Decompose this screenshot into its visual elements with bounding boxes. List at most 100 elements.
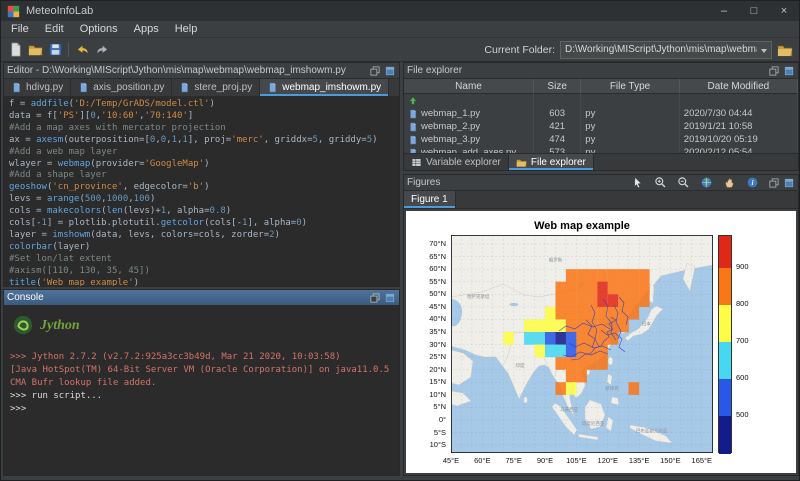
toolbar-separator xyxy=(68,42,69,57)
new-file-button[interactable] xyxy=(5,40,25,60)
file-name-cell: webmap_add_axes.py xyxy=(404,146,534,153)
menu-help[interactable]: Help xyxy=(167,21,206,37)
up-arrow-icon xyxy=(408,96,418,106)
svg-text:i: i xyxy=(751,178,753,187)
console-panel: Console Jython >>> Jython 2.7.2 (v2.7.2:… xyxy=(3,289,400,476)
file-size-cell: 603 xyxy=(534,107,581,120)
table-row[interactable]: webmap_3.py474py2019/10/20 05:19 xyxy=(404,133,798,146)
undo-button[interactable] xyxy=(72,40,92,60)
file-explorer-header: File explorer xyxy=(404,63,798,79)
code-line: wlayer = webmap(provider='GoogleMap') xyxy=(9,159,399,171)
colorbar-tick-label: 900 xyxy=(736,263,749,271)
console-line: >>> run script... xyxy=(10,390,393,403)
editor-tab-axis_position.py[interactable]: axis_position.py xyxy=(71,79,172,96)
file-name-cell: webmap_3.py xyxy=(404,133,534,146)
editor-tab-webmap_imshowm.py[interactable]: webmap_imshowm.py xyxy=(260,79,389,96)
editor-tab-stere_proj.py[interactable]: stere_proj.py xyxy=(172,79,260,96)
console-line: CMA Bufr lookup file added. xyxy=(10,377,393,390)
file-type-cell: py xyxy=(581,120,680,133)
file-name: webmap_3.py xyxy=(421,134,480,145)
colorbar-tick-label: 800 xyxy=(736,300,749,308)
file-icon xyxy=(179,82,190,93)
x-tick-label: 75°E xyxy=(506,456,522,465)
code-line: #Set lon/lat extent xyxy=(9,254,399,266)
explorer-tab-file-explorer[interactable]: File explorer xyxy=(509,154,594,170)
explorer-tab-variable-explorer[interactable]: Variable explorer xyxy=(404,154,509,170)
y-tick-label: 15°N xyxy=(406,378,446,386)
column-header-file-type[interactable]: File Type xyxy=(581,79,680,94)
menu-edit[interactable]: Edit xyxy=(37,21,72,37)
file-date-cell: 2019/10/20 05:19 xyxy=(680,133,798,146)
restore-icon[interactable] xyxy=(369,65,381,77)
column-header-size[interactable]: Size xyxy=(534,79,581,94)
detach-icon[interactable] xyxy=(783,177,795,189)
code-line: title('Web map example') xyxy=(9,278,399,286)
code-line: cols[-1] = plotlib.plotutil.getcolor(col… xyxy=(9,218,399,230)
restore-icon[interactable] xyxy=(768,65,780,77)
map-plot[interactable]: 俄罗斯哈萨克斯坦日本印度菲律宾马来西亚印度尼西亚巴布亚新几内亚 xyxy=(451,235,713,453)
current-folder-value: D:\Working\MIScript\Jython\mis\map\webma… xyxy=(565,44,757,55)
zoom-out-button[interactable] xyxy=(673,173,693,193)
empty-cell xyxy=(581,94,680,107)
y-tick-label: 0° xyxy=(406,416,446,424)
redo-button[interactable] xyxy=(92,40,112,60)
console-output[interactable]: Jython >>> Jython 2.7.2 (v2.7.2:925a3cc3… xyxy=(4,306,399,475)
menu-apps[interactable]: Apps xyxy=(126,21,167,37)
current-folder-combobox[interactable]: D:\Working\MIScript\Jython\mis\map\webma… xyxy=(560,41,772,59)
chevron-down-icon xyxy=(761,49,767,53)
table-row[interactable]: webmap_add_axes.py573py2020/2/12 05:54 xyxy=(404,146,798,153)
detach-icon[interactable] xyxy=(783,65,795,77)
figure-canvas[interactable]: Web map example 70°N65°N60°N55°N50°N45°N… xyxy=(406,211,796,473)
colorbar-segment xyxy=(719,416,731,454)
x-tick-label: 90°E xyxy=(537,456,553,465)
table-row[interactable]: webmap_2.py421py2019/1/21 10:58 xyxy=(404,120,798,133)
open-folder-button[interactable] xyxy=(25,40,45,60)
colorbar-segment xyxy=(719,236,731,268)
identify-icon: i xyxy=(746,176,759,189)
jython-icon xyxy=(12,314,34,336)
zoom-in-button[interactable] xyxy=(650,173,670,193)
editor-tab-hdivg.py[interactable]: hdivg.py xyxy=(4,79,71,96)
file-date-cell: 2020/2/12 05:54 xyxy=(680,146,798,153)
pan-button[interactable] xyxy=(719,173,739,193)
file-date-cell: 2019/1/21 10:58 xyxy=(680,120,798,133)
browse-folder-button[interactable] xyxy=(777,42,793,58)
colorbar-tick-label: 700 xyxy=(736,337,749,345)
close-button[interactable]: × xyxy=(769,1,799,21)
table-row-parent-dir[interactable] xyxy=(404,94,798,107)
editor-panel: Editor - D:\Working\MIScript\Jython\mis\… xyxy=(3,62,400,287)
detach-icon[interactable] xyxy=(384,292,396,304)
globe-button[interactable] xyxy=(696,173,716,193)
code-editor[interactable]: f = addfile('D:/Temp/GrADS/model.ctl')da… xyxy=(4,97,399,286)
console-line: >>> xyxy=(10,403,393,416)
menu-file[interactable]: File xyxy=(3,21,37,37)
figure-tab-figure-1[interactable]: Figure 1 xyxy=(404,191,456,208)
colorbar-tick-label: 600 xyxy=(736,374,749,382)
menubar: FileEditOptionsAppsHelp xyxy=(1,21,799,38)
file-explorer-panel: File explorer NameSizeFile TypeDate Modi… xyxy=(403,62,799,171)
svg-text:马来西亚: 马来西亚 xyxy=(560,406,578,413)
restore-icon[interactable] xyxy=(768,177,780,189)
y-axis-labels: 70°N65°N60°N55°N50°N45°N40°N35°N30°N25°N… xyxy=(406,235,448,453)
maximize-button[interactable]: □ xyxy=(739,1,769,21)
table-header-row: NameSizeFile TypeDate Modified xyxy=(404,79,798,94)
figure-toolbar: i xyxy=(627,173,762,193)
pointer-button[interactable] xyxy=(627,173,647,193)
table-row[interactable]: webmap_1.py603py2020/7/30 04:44 xyxy=(404,107,798,120)
column-header-date-modified[interactable]: Date Modified xyxy=(680,79,798,94)
save-button[interactable] xyxy=(45,40,65,60)
svg-text:印度尼西亚: 印度尼西亚 xyxy=(582,420,605,427)
explorer-tab-label: Variable explorer xyxy=(426,157,501,168)
column-header-name[interactable]: Name xyxy=(404,79,534,94)
redo-icon xyxy=(95,42,110,57)
code-line: #Add a map axes with mercator projection xyxy=(9,123,399,135)
menu-options[interactable]: Options xyxy=(72,21,126,37)
current-folder-group: Current Folder: D:\Working\MIScript\Jyth… xyxy=(484,41,795,59)
minimize-button[interactable]: – xyxy=(709,1,739,21)
y-tick-label: 65°N xyxy=(406,253,446,261)
restore-icon[interactable] xyxy=(369,292,381,304)
identify-button[interactable]: i xyxy=(742,173,762,193)
detach-icon[interactable] xyxy=(384,65,396,77)
svg-text:菲律宾: 菲律宾 xyxy=(605,385,619,392)
file-type-cell: py xyxy=(581,133,680,146)
